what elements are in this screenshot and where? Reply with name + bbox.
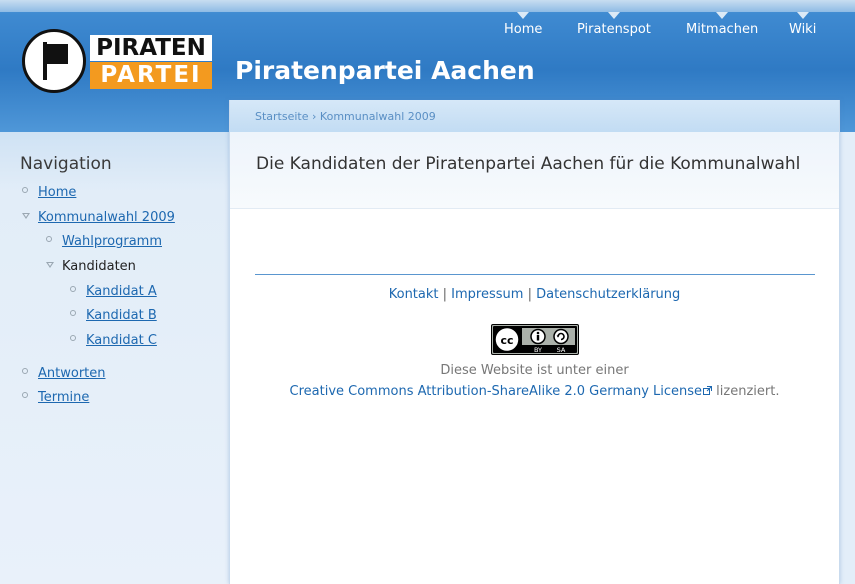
nav-pointer-icon (607, 12, 620, 19)
page-title: Die Kandidaten der Piratenpartei Aachen … (256, 154, 801, 174)
license-line: Creative Commons Attribution-ShareAlike … (230, 384, 839, 399)
site-title: Piratenpartei Aachen (235, 56, 535, 85)
sidebar-item-kandidat-a[interactable]: Kandidat A (86, 284, 157, 299)
breadcrumb-current[interactable]: Kommunalwahl 2009 (320, 110, 436, 123)
cc-sa-label: SA (557, 346, 566, 354)
leaf-bullet-icon (70, 286, 76, 292)
breadcrumb: Startseite › Kommunalwahl 2009 (255, 110, 436, 123)
footer-link-datenschutz[interactable]: Datenschutzerklärung (536, 287, 680, 302)
logo-word-partei: PARTEI (90, 62, 212, 89)
nav-pointer-icon (517, 12, 530, 19)
sidebar-item-kandidaten[interactable]: Kandidaten (62, 259, 136, 274)
sidebar-item-kandidat-c[interactable]: Kandidat C (86, 333, 157, 348)
sidebar-item-kommunalwahl[interactable]: Kommunalwahl 2009 (38, 210, 175, 225)
license-text: Diese Website ist unter einer (440, 363, 629, 378)
footer-links: Kontakt | Impressum | Datenschutzerkläru… (230, 287, 839, 302)
footer-separator: | (442, 287, 448, 302)
sidebar-item-home[interactable]: Home (38, 185, 76, 200)
cc-license-badge[interactable]: cc BY SA (491, 324, 579, 355)
logo-word-piraten: PIRATEN (90, 35, 212, 61)
expanded-triangle-icon (22, 213, 30, 219)
leaf-bullet-icon (70, 310, 76, 316)
leaf-bullet-icon (46, 236, 52, 242)
logo-flag-icon (22, 29, 86, 93)
breadcrumb-home[interactable]: Startseite (255, 110, 309, 123)
sidebar-item-termine[interactable]: Termine (38, 390, 89, 405)
external-link-icon (703, 386, 713, 395)
sidebar-item-kandidat-b[interactable]: Kandidat B (86, 308, 157, 323)
expanded-triangle-icon (46, 262, 54, 268)
piratenpartei-logo[interactable]: PIRATEN PARTEI (22, 29, 212, 94)
sidebar-heading: Navigation (20, 154, 112, 174)
sidebar-item-antworten[interactable]: Antworten (38, 366, 106, 381)
leaf-bullet-icon (22, 392, 28, 398)
cc-by-label: BY (534, 346, 542, 354)
breadcrumb-separator: › (312, 110, 317, 123)
sidebar-navigation: Navigation Home Kommunalwahl 2009 Wahlpr… (0, 132, 229, 584)
topnav-home[interactable]: Home (504, 12, 542, 37)
pirate-flag-icon (43, 42, 68, 80)
breadcrumb-bar: Startseite › Kommunalwahl 2009 (230, 100, 839, 132)
topnav-wiki[interactable]: Wiki (789, 12, 816, 37)
topnav-mitmachen[interactable]: Mitmachen (686, 12, 758, 37)
cc-license-link[interactable]: Creative Commons Attribution-ShareAlike … (290, 384, 713, 399)
footer-link-impressum[interactable]: Impressum (451, 287, 523, 302)
nav-pointer-icon (716, 12, 729, 19)
page-title-box: Die Kandidaten der Piratenpartei Aachen … (230, 132, 839, 209)
cc-by-sa-icon: cc BY SA (493, 326, 577, 354)
footer-link-kontakt[interactable]: Kontakt (389, 287, 439, 302)
leaf-bullet-icon (70, 335, 76, 341)
leaf-bullet-icon (22, 187, 28, 193)
license-suffix: lizenziert. (716, 384, 780, 399)
sidebar-item-wahlprogramm[interactable]: Wahlprogramm (62, 234, 162, 249)
main-content: Startseite › Kommunalwahl 2009 Die Kandi… (229, 100, 840, 584)
leaf-bullet-icon (22, 368, 28, 374)
footer-divider (255, 274, 815, 275)
topnav-piratenspot[interactable]: Piratenspot (577, 12, 651, 37)
footer-separator: | (527, 287, 532, 302)
svg-text:cc: cc (500, 334, 513, 347)
nav-pointer-icon (796, 12, 809, 19)
